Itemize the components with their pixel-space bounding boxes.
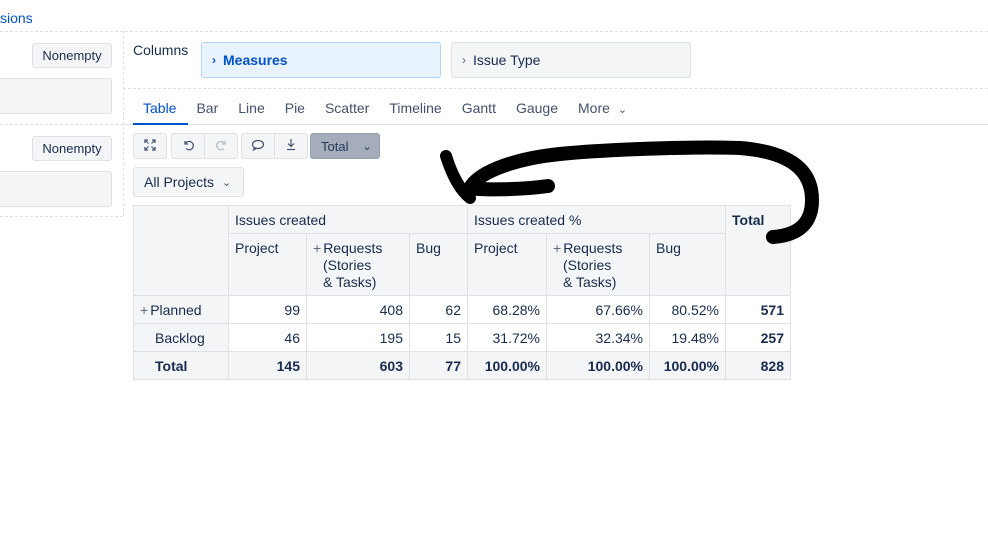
annotation-arrow bbox=[440, 140, 819, 244]
annotation-arrowhead bbox=[440, 150, 476, 204]
annotation-stroke bbox=[463, 140, 819, 244]
